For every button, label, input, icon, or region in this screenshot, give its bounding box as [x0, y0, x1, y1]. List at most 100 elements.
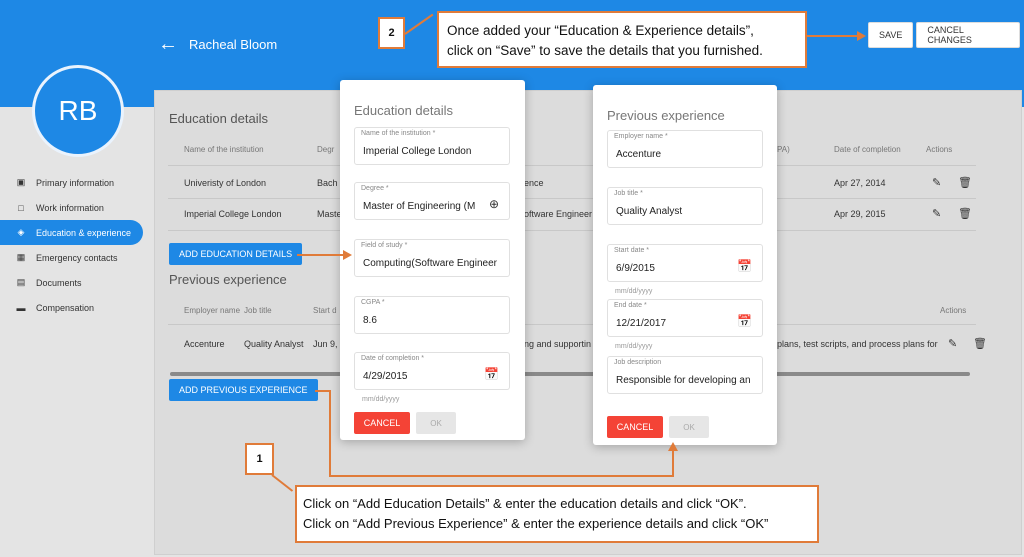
job-description-field[interactable]: Job description Responsible for developi… — [607, 356, 763, 394]
dialog-title: Education details — [354, 103, 454, 118]
cancel-changes-button[interactable]: CANCEL CHANGES — [916, 22, 1020, 48]
field-value: 6/9/2015 — [616, 263, 655, 274]
field-label: End date * — [614, 302, 647, 309]
column-header-start-date: Start d — [313, 306, 337, 315]
edit-icon[interactable]: ✎ — [932, 176, 941, 189]
callout-arrow-line — [807, 35, 859, 37]
calendar-icon[interactable]: 📅 — [484, 367, 499, 381]
id-card-icon: ▣ — [16, 177, 26, 187]
callout-text-line: click on “Save” to save the details that… — [447, 43, 763, 58]
date-of-completion-field[interactable]: Date of completion * 4/29/2015 📅 — [354, 352, 510, 390]
experience-section-title: Previous experience — [169, 272, 287, 287]
field-value: Master of Engineering (M — [363, 201, 476, 212]
table-divider — [168, 324, 976, 325]
cgpa-field[interactable]: CGPA * 8.6 — [354, 296, 510, 334]
callout-arrowhead — [343, 250, 352, 260]
sidebar-item-label: Education & experience — [36, 227, 132, 238]
field-label: Date of completion * — [361, 355, 425, 362]
education-section-title: Education details — [169, 111, 269, 126]
briefcase-icon: □ — [18, 202, 24, 213]
sidebar-item-work-information[interactable]: □ Work information — [0, 195, 145, 220]
table-cell-degree: Maste — [317, 209, 342, 219]
add-circle-icon[interactable]: ⊕ — [489, 197, 499, 211]
callout-text-line: Once added your “Education & Experience … — [447, 23, 754, 38]
ok-button[interactable]: OK — [669, 416, 709, 438]
end-date-field[interactable]: End date * 12/21/2017 📅 — [607, 299, 763, 337]
sidebar-item-label: Emergency contacts — [36, 252, 118, 263]
horizontal-scrollbar[interactable] — [170, 372, 970, 376]
column-header-job-title: Job title — [244, 306, 272, 315]
callout-arrowhead — [857, 31, 866, 41]
edit-icon[interactable]: ✎ — [932, 207, 941, 220]
table-divider — [168, 230, 976, 231]
delete-icon[interactable]: 🗑 — [973, 337, 987, 350]
table-cell-start-date: Jun 9, — [313, 339, 338, 349]
column-header-completion: Date of completion — [834, 145, 901, 154]
table-cell-degree: Bach — [317, 178, 338, 188]
cancel-button[interactable]: CANCEL — [607, 416, 663, 438]
sidebar-item-documents[interactable]: ▤ Documents — [0, 270, 145, 295]
sidebar-item-label: Work information — [36, 202, 104, 213]
calendar-icon[interactable]: 📅 — [737, 314, 752, 328]
field-label: Start date * — [614, 247, 650, 254]
field-value: 4/29/2015 — [363, 371, 408, 382]
callout-text-line: Click on “Add Education Details” & enter… — [303, 496, 747, 511]
arrow-left-icon[interactable]: ← — [158, 33, 178, 56]
table-cell-institution: Univeristy of London — [184, 178, 267, 188]
field-label: Job title * — [614, 190, 643, 197]
edit-icon[interactable]: ✎ — [948, 337, 957, 350]
sidebar-item-primary-information[interactable]: ▣ Primary information — [0, 170, 145, 195]
column-header-actions: Actions — [926, 145, 953, 154]
job-title-field[interactable]: Job title * Quality Analyst — [607, 187, 763, 225]
ok-button[interactable]: OK — [416, 412, 456, 434]
start-date-field[interactable]: Start date * 6/9/2015 📅 — [607, 244, 763, 282]
calendar-icon[interactable]: 📅 — [737, 259, 752, 273]
field-value: 12/21/2017 — [616, 318, 667, 329]
sidebar-item-label: Compensation — [36, 302, 95, 313]
table-divider — [168, 165, 976, 166]
callout-arrow-line — [297, 254, 345, 256]
step-2-callout: Once added your “Education & Experience … — [437, 11, 807, 68]
employer-name-field[interactable]: Employer name * Accenture — [607, 130, 763, 168]
field-value: 8.6 — [363, 315, 377, 326]
callout-arrow-line — [329, 475, 674, 477]
field-value: Accenture — [616, 149, 662, 160]
column-header-employer: Employer name — [184, 306, 241, 315]
degree-field[interactable]: Degree * Master of Engineering (M ⊕ — [354, 182, 510, 220]
delete-icon[interactable]: 🗑 — [958, 207, 972, 220]
field-of-study-field[interactable]: Field of study * Computing(Software Engi… — [354, 239, 510, 277]
date-format-hint: mm/dd/yyyy — [615, 343, 653, 350]
institution-field[interactable]: Name of the institution * Imperial Colle… — [354, 127, 510, 165]
field-label: Name of the institution * — [361, 130, 436, 137]
table-cell-job-title: Quality Analyst — [244, 339, 304, 349]
add-previous-experience-button[interactable]: ADD PREVIOUS EXPERIENCE — [169, 379, 318, 401]
table-cell-description: ng and supportin — [524, 339, 592, 349]
sidebar-item-emergency-contacts[interactable]: ▦ Emergency contacts — [0, 245, 145, 270]
callout-arrow-line — [672, 450, 674, 477]
column-header-institution: Name of the institution — [184, 145, 264, 154]
table-cell-institution: Imperial College London — [184, 209, 282, 219]
field-value: Quality Analyst — [616, 206, 683, 217]
save-button[interactable]: SAVE — [868, 22, 914, 48]
field-label: Degree * — [361, 185, 389, 192]
add-education-details-button[interactable]: ADD EDUCATION DETAILS — [169, 243, 303, 265]
field-value: Imperial College London — [363, 146, 472, 157]
callout-text-line: Click on “Add Previous Experience” & ent… — [303, 516, 769, 531]
sidebar-item-education-experience[interactable]: ◈ Education & experience — [0, 220, 143, 245]
field-label: Employer name * — [614, 133, 668, 140]
delete-icon[interactable]: 🗑 — [958, 176, 972, 189]
field-label: Job description — [614, 359, 662, 366]
sidebar: ▣ Primary information □ Work information… — [0, 170, 145, 320]
table-cell-field: ence — [524, 178, 544, 188]
folder-icon: ▤ — [16, 277, 26, 287]
table-cell-field: oftware Engineer — [524, 209, 593, 219]
step-2-number: 2 — [378, 17, 405, 49]
table-divider — [168, 198, 976, 199]
sidebar-item-compensation[interactable]: ▬ Compensation — [0, 295, 145, 320]
date-format-hint: mm/dd/yyyy — [362, 396, 400, 403]
cancel-button[interactable]: CANCEL — [354, 412, 410, 434]
graduation-cap-icon: ◈ — [17, 227, 25, 237]
column-header-actions: Actions — [940, 306, 967, 315]
table-cell-completion: Apr 27, 2014 — [834, 178, 886, 188]
callout-arrowhead — [668, 442, 678, 451]
